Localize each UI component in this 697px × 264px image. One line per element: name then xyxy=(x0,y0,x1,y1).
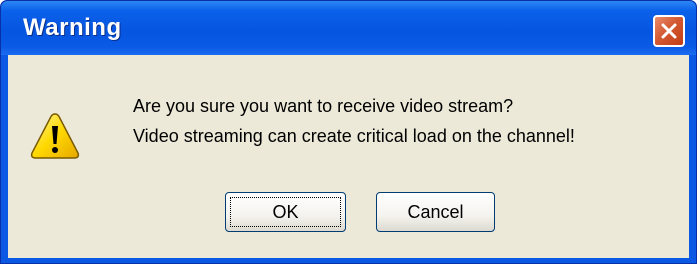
close-button[interactable] xyxy=(653,15,685,47)
cancel-button[interactable]: Cancel xyxy=(376,192,495,232)
ok-button[interactable]: OK xyxy=(225,192,346,232)
window-title: Warning xyxy=(23,14,122,41)
warning-icon xyxy=(30,113,80,159)
title-bar[interactable]: Warning xyxy=(1,1,696,55)
dialog-body: Are you sure you want to receive video s… xyxy=(8,55,689,258)
message-line-1: Are you sure you want to receive video s… xyxy=(133,96,514,116)
warning-dialog: Warning Are you sure you want to receive… xyxy=(0,0,697,264)
close-icon xyxy=(661,23,677,39)
message-line-2: Video streaming can create critical load… xyxy=(133,126,575,146)
